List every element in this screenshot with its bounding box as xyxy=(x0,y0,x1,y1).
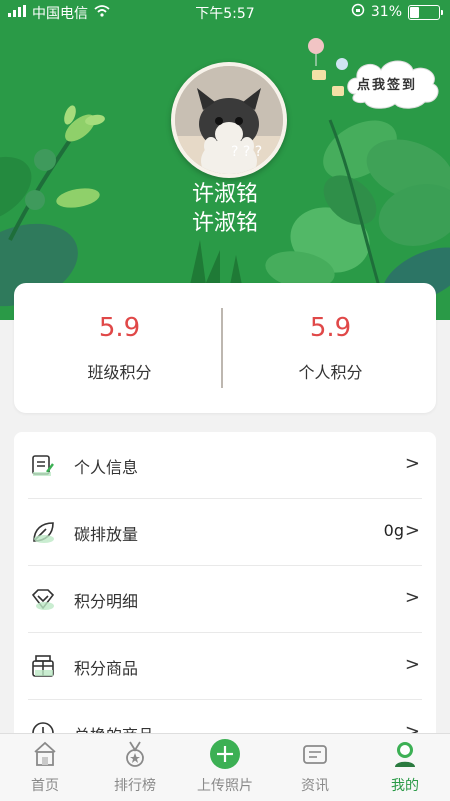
tab-label: 排行榜 xyxy=(114,778,156,794)
class-score[interactable]: 5.9 班级积分 xyxy=(14,283,225,413)
menu-label: 积分明细 xyxy=(74,592,139,611)
tab-home[interactable]: 首页 xyxy=(0,734,90,801)
profile-header: 中国电信 下午5:57 31% ? ? ? 许淑铭 许淑铭 点我签到 xyxy=(0,0,450,320)
tab-label: 资讯 xyxy=(301,778,329,794)
battery-icon xyxy=(408,4,443,20)
chevron-right-icon: > xyxy=(404,587,420,608)
menu-item-points-goods[interactable]: 积分商品 > xyxy=(14,633,436,700)
menu-label: 积分商品 xyxy=(74,659,139,678)
class-score-label: 班级积分 xyxy=(87,363,152,382)
chevron-right-icon: > xyxy=(404,654,420,675)
tab-label: 我的 xyxy=(391,778,419,794)
avatar[interactable]: ? ? ? xyxy=(171,62,287,178)
tab-label: 首页 xyxy=(31,778,59,794)
diamond-icon xyxy=(30,586,56,612)
document-icon xyxy=(30,452,56,478)
class-score-value: 5.9 xyxy=(98,313,141,343)
score-divider xyxy=(221,308,223,388)
tab-upload-photo[interactable]: 上传照片 xyxy=(180,734,270,801)
status-bar: 中国电信 下午5:57 31% xyxy=(0,0,450,24)
user-icon xyxy=(393,740,417,768)
personal-score-label: 个人积分 xyxy=(298,363,363,382)
score-card: 5.9 班级积分 5.9 个人积分 xyxy=(14,283,436,413)
chevron-right-icon: > xyxy=(404,520,420,541)
tab-label: 上传照片 xyxy=(197,778,253,794)
signin-label: 点我签到 xyxy=(357,78,418,93)
battery-percent: 31% xyxy=(370,4,402,20)
menu-list: 个人信息 > 碳排放量 0g > 积分明细 > 积分商品 > 兑换的商品 xyxy=(14,432,436,752)
tab-news[interactable]: 资讯 xyxy=(270,734,360,801)
cat-photo: ? ? ? xyxy=(175,66,283,174)
gift-icon xyxy=(30,653,56,679)
rotation-lock-icon xyxy=(351,3,365,21)
personal-score[interactable]: 5.9 个人积分 xyxy=(225,283,436,413)
user-nickname: 许淑铭 xyxy=(191,211,258,236)
medal-icon xyxy=(123,740,147,768)
menu-label: 碳排放量 xyxy=(74,525,139,544)
menu-item-personal-info[interactable]: 个人信息 > xyxy=(14,432,436,499)
chevron-right-icon: > xyxy=(404,453,420,474)
home-icon xyxy=(33,740,57,768)
personal-score-value: 5.9 xyxy=(309,313,352,343)
carbon-emission-value: 0g xyxy=(383,521,404,540)
menu-item-points-detail[interactable]: 积分明细 > xyxy=(14,566,436,633)
menu-item-carbon-emission[interactable]: 碳排放量 0g > xyxy=(14,499,436,566)
news-icon xyxy=(303,740,327,768)
user-name: 许淑铭 xyxy=(191,182,258,207)
menu-label: 个人信息 xyxy=(74,458,139,477)
signin-button[interactable]: 点我签到 xyxy=(345,54,441,112)
tab-mine[interactable]: 我的 xyxy=(360,734,450,801)
tab-bar: 首页 排行榜 上传照片 资讯 我的 xyxy=(0,733,450,801)
tab-ranking[interactable]: 排行榜 xyxy=(90,734,180,801)
leaf-icon xyxy=(30,519,56,545)
plus-circle-icon xyxy=(209,738,241,770)
avatar-caption: ? ? ? xyxy=(231,144,262,160)
